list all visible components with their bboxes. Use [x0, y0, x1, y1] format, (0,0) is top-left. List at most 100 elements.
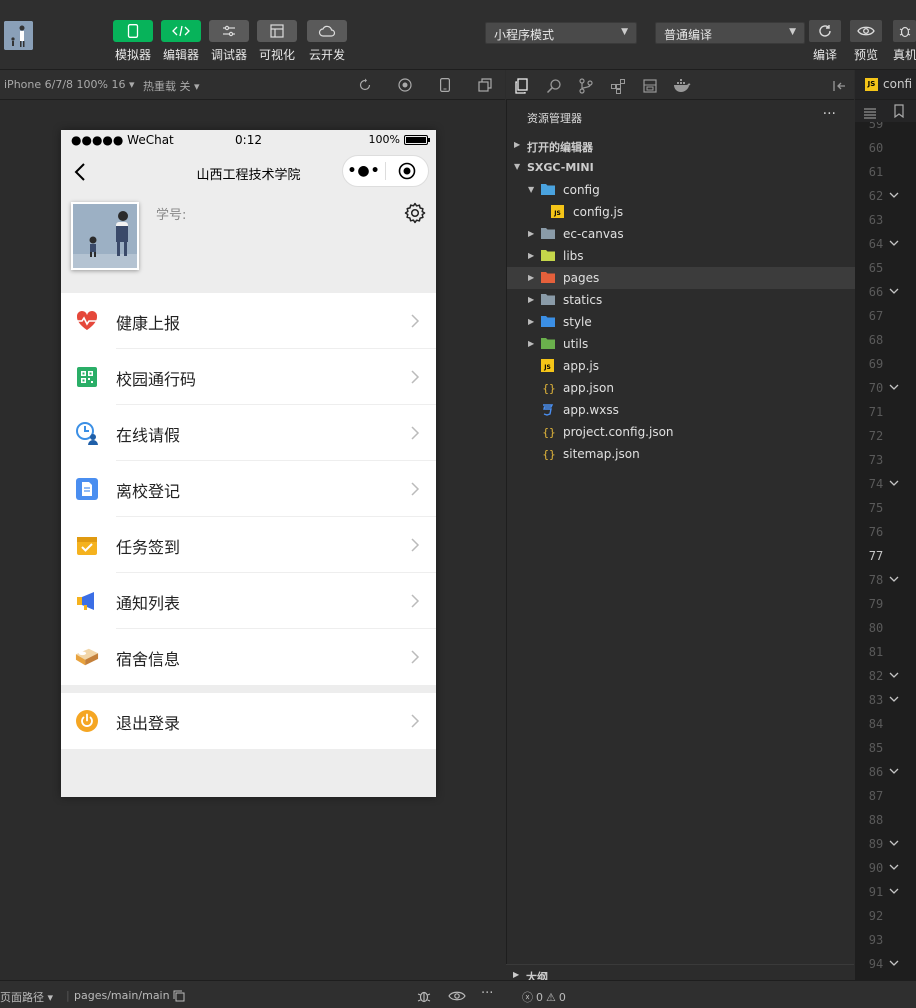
hot-reload-toggle[interactable]: 热重载 关 ▾ [143, 78, 200, 94]
battery-indicator: 100% [369, 133, 430, 146]
detach-window-icon[interactable] [477, 77, 493, 93]
preview-button[interactable]: 预览 [849, 20, 883, 63]
qrcode-icon [75, 365, 99, 389]
debug-icon[interactable] [416, 989, 432, 1006]
search-icon[interactable] [545, 77, 563, 95]
line-number: 75 [868, 501, 884, 515]
rotate-icon[interactable] [357, 77, 373, 93]
menu-item-notification-list[interactable]: 通知列表 [61, 573, 436, 629]
file-config-js[interactable]: JS config.js [507, 201, 855, 223]
menu-item-health-report[interactable]: 健康上报 [61, 293, 436, 349]
line-number: 78 [868, 573, 884, 587]
menu-item-leave-school-registration[interactable]: 离校登记 [61, 461, 436, 517]
compile-label: 编译 [812, 48, 837, 62]
compile-button[interactable]: 编译 [808, 20, 842, 63]
file-app-js[interactable]: JS app.js [507, 355, 855, 377]
fold-chevron-icon[interactable] [889, 285, 899, 295]
fold-chevron-icon[interactable] [889, 477, 899, 487]
line-number: 83 [868, 693, 884, 707]
project-section[interactable]: ▼ SXGC-MINI [507, 157, 855, 179]
logout-button[interactable]: 退出登录 [61, 693, 436, 749]
folder-style[interactable]: ▶ style [507, 311, 855, 333]
folder-libs[interactable]: ▶ libs [507, 245, 855, 267]
eye-icon[interactable] [448, 990, 466, 1005]
chevron-right-icon [410, 313, 420, 329]
js-file-icon: JS [865, 77, 878, 91]
folder-ec-canvas[interactable]: ▶ ec-canvas [507, 223, 855, 245]
tool-debug-button[interactable]: 调试器 [207, 20, 251, 63]
more-menu-button[interactable]: •●• [343, 163, 385, 179]
json-file-icon: {} [541, 447, 555, 461]
folder-statics[interactable]: ▶ statics [507, 289, 855, 311]
fold-chevron-icon[interactable] [889, 885, 899, 895]
folder-config[interactable]: ▼ config [507, 179, 855, 201]
tool-code-button[interactable]: 编辑器 [159, 20, 203, 63]
mode-select[interactable]: 小程序模式 ▼ [485, 22, 637, 44]
more-actions-icon[interactable]: ··· [823, 106, 836, 122]
file-app-json[interactable]: {} app.json [507, 377, 855, 399]
phone-frame-icon[interactable] [437, 77, 453, 93]
editor-toolbar [855, 100, 916, 122]
fold-chevron-icon[interactable] [889, 765, 899, 775]
fold-chevron-icon[interactable] [889, 381, 899, 391]
fold-chevron-icon[interactable] [889, 693, 899, 703]
folder-file-icon [541, 337, 555, 351]
tool-phone-button[interactable]: 模拟器 [111, 20, 155, 63]
file-project-config-json[interactable]: {} project.config.json [507, 421, 855, 443]
cloud-icon [307, 20, 347, 42]
folder-file-icon [541, 227, 555, 241]
menu-item-dorm-info[interactable]: 宿舍信息 [61, 629, 436, 685]
fold-chevron-icon[interactable] [889, 837, 899, 847]
file-sitemap-json[interactable]: {} sitemap.json [507, 443, 855, 465]
avatar[interactable] [71, 202, 139, 270]
device-select[interactable]: iPhone 6/7/8 100% 16 ▾ [4, 78, 135, 91]
collapse-panel-icon[interactable] [830, 77, 848, 95]
problems-indicator[interactable]: ⓧ 0 ⚠ 0 [522, 989, 566, 1005]
svg-text:JS: JS [543, 364, 551, 371]
profile-header: 学号: [61, 192, 436, 293]
page-path-select[interactable]: 页面路径 ▾ [0, 989, 53, 1005]
list-icon[interactable] [863, 104, 877, 123]
tool-layout-button[interactable]: 可视化 [255, 20, 299, 63]
fold-chevron-icon[interactable] [889, 957, 899, 967]
source-control-icon[interactable] [577, 77, 595, 95]
copy-icon[interactable] [173, 990, 185, 1005]
app-avatar[interactable] [4, 21, 33, 50]
real-device-button[interactable]: 真机 [893, 20, 916, 63]
menu-item-online-leave[interactable]: 在线请假 [61, 405, 436, 461]
files-icon[interactable] [513, 77, 531, 95]
folder-pages[interactable]: ▶ pages [507, 267, 855, 289]
folder-utils[interactable]: ▶ utils [507, 333, 855, 355]
error-icon: ⓧ [522, 991, 533, 1004]
tool-label: 模拟器 [114, 48, 151, 62]
tool-label: 调试器 [210, 48, 247, 62]
menu-item-campus-pass[interactable]: 校园通行码 [61, 349, 436, 405]
bookmark-icon[interactable] [893, 103, 905, 122]
file-app-wxss[interactable]: app.wxss [507, 399, 855, 421]
menu-item-label: 离校登记 [116, 482, 181, 501]
status-bar: ●●●●● WeChat 0:12 100% [61, 130, 436, 152]
close-mini-program-button[interactable] [386, 162, 428, 180]
line-number: 69 [868, 357, 884, 371]
storage-icon[interactable] [641, 77, 659, 95]
extensions-icon[interactable] [609, 77, 627, 95]
fold-chevron-icon[interactable] [889, 669, 899, 679]
menu-item-task-checkin[interactable]: 任务签到 [61, 517, 436, 573]
hot-reload-value: 热重载 关 [143, 80, 191, 93]
fold-chevron-icon[interactable] [889, 189, 899, 199]
compile-select[interactable]: 普通编译 ▼ [655, 22, 805, 44]
more-icon[interactable]: ··· [481, 986, 493, 1001]
gear-icon[interactable] [404, 202, 426, 224]
fold-chevron-icon[interactable] [889, 237, 899, 247]
docker-icon[interactable] [673, 77, 691, 95]
tool-cloud-button[interactable]: 云开发 [305, 20, 349, 63]
chevron-right-icon: ▶ [528, 339, 535, 348]
editor-tab[interactable]: JS confi [865, 77, 912, 91]
bottom-status-bar: 页面路径 ▾ | pages/main/main ··· ⓧ 0 ⚠ 0 [0, 980, 916, 1008]
fold-chevron-icon[interactable] [889, 861, 899, 871]
fold-chevron-icon[interactable] [889, 573, 899, 583]
heart-pulse-icon [75, 309, 99, 333]
record-icon[interactable] [397, 77, 413, 93]
status-divider: | [66, 989, 70, 1002]
open-editors-section[interactable]: ▶ 打开的编辑器 [507, 135, 855, 157]
